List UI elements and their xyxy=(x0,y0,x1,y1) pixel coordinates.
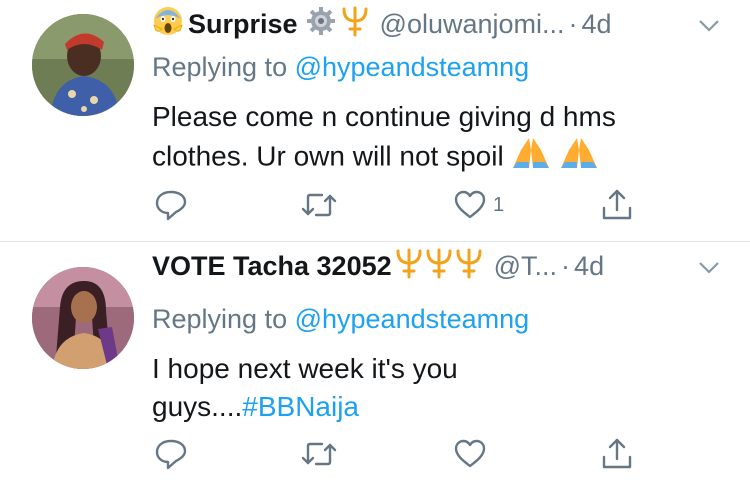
tweet-actions xyxy=(150,437,640,473)
share-button[interactable] xyxy=(600,188,634,222)
timestamp[interactable]: 4d xyxy=(574,251,604,282)
separator-dot: · xyxy=(568,8,578,39)
user-handle[interactable]: @oluwanjomi... xyxy=(380,9,565,40)
replying-to: Replying to @hypeandsteamng xyxy=(152,304,529,335)
gear-icon xyxy=(306,6,336,43)
reply-button[interactable] xyxy=(154,437,188,471)
timestamp[interactable]: 4d xyxy=(582,9,612,40)
tweet-actions: 1 xyxy=(150,188,640,224)
reply-button[interactable] xyxy=(154,188,188,222)
replying-to-label: Replying to xyxy=(152,52,295,82)
tweet-text: I hope next week it's you guys....#BBNai… xyxy=(152,350,712,426)
share-button[interactable] xyxy=(600,437,634,471)
chevron-down-icon[interactable] xyxy=(698,9,720,40)
screaming-face-emoji xyxy=(152,5,184,44)
trident-emoji xyxy=(394,247,424,286)
tweet-card[interactable]: VOTE Tacha 32052 @T... · 4d Replying to … xyxy=(0,241,750,489)
user-handle[interactable]: @T... xyxy=(494,251,557,282)
tweet-card[interactable]: Surprise @oluwanjomi... · 4d Replying to… xyxy=(0,0,750,241)
chevron-down-icon[interactable] xyxy=(698,251,720,282)
hashtag-link[interactable]: #BBNaija xyxy=(242,391,359,422)
like-button[interactable] xyxy=(453,437,487,471)
tweet-header: Surprise @oluwanjomi... · 4d xyxy=(152,6,720,43)
retweet-icon xyxy=(301,442,337,466)
heart-icon xyxy=(454,190,486,219)
heart-icon xyxy=(454,439,486,468)
avatar[interactable] xyxy=(32,14,134,116)
share-icon xyxy=(602,189,632,220)
avatar-photo xyxy=(32,14,134,116)
retweet-icon xyxy=(301,193,337,217)
mention-link[interactable]: @hypeandsteamng xyxy=(295,52,530,82)
trident-emoji xyxy=(340,5,370,44)
replying-to: Replying to @hypeandsteamng xyxy=(152,52,529,83)
avatar-photo xyxy=(32,267,134,369)
avatar[interactable] xyxy=(32,267,134,369)
tweet-text-line: clothes. Ur own will not spoil xyxy=(152,136,712,180)
tweet-text-segment: guys.... xyxy=(152,391,243,422)
retweet-button[interactable] xyxy=(300,188,338,222)
tweet-text-line: I hope next week it's you xyxy=(152,353,458,384)
retweet-button[interactable] xyxy=(300,437,338,471)
trident-emoji xyxy=(454,247,484,286)
tweet-text-segment: clothes. Ur own will not spoil xyxy=(152,140,504,172)
reply-icon xyxy=(155,439,187,470)
like-count: 1 xyxy=(493,193,505,216)
tweet-text-line: Please come n continue giving d hms xyxy=(152,101,616,132)
tweet-text-line: guys....#BBNaija xyxy=(152,388,712,426)
share-icon xyxy=(602,438,632,469)
reply-icon xyxy=(155,190,187,221)
folded-hands-emoji xyxy=(511,136,551,180)
replying-to-label: Replying to xyxy=(152,304,295,334)
trident-emoji xyxy=(424,247,454,286)
display-name[interactable]: VOTE Tacha 32052 xyxy=(152,251,392,282)
mention-link[interactable]: @hypeandsteamng xyxy=(295,304,530,334)
tweet-header: VOTE Tacha 32052 @T... · 4d xyxy=(152,248,720,282)
tweet-text: Please come n continue giving d hms clot… xyxy=(152,98,712,180)
separator-dot: · xyxy=(561,250,571,281)
like-button[interactable]: 1 xyxy=(453,188,504,222)
folded-hands-emoji xyxy=(559,136,599,180)
display-name[interactable]: Surprise xyxy=(188,9,298,40)
